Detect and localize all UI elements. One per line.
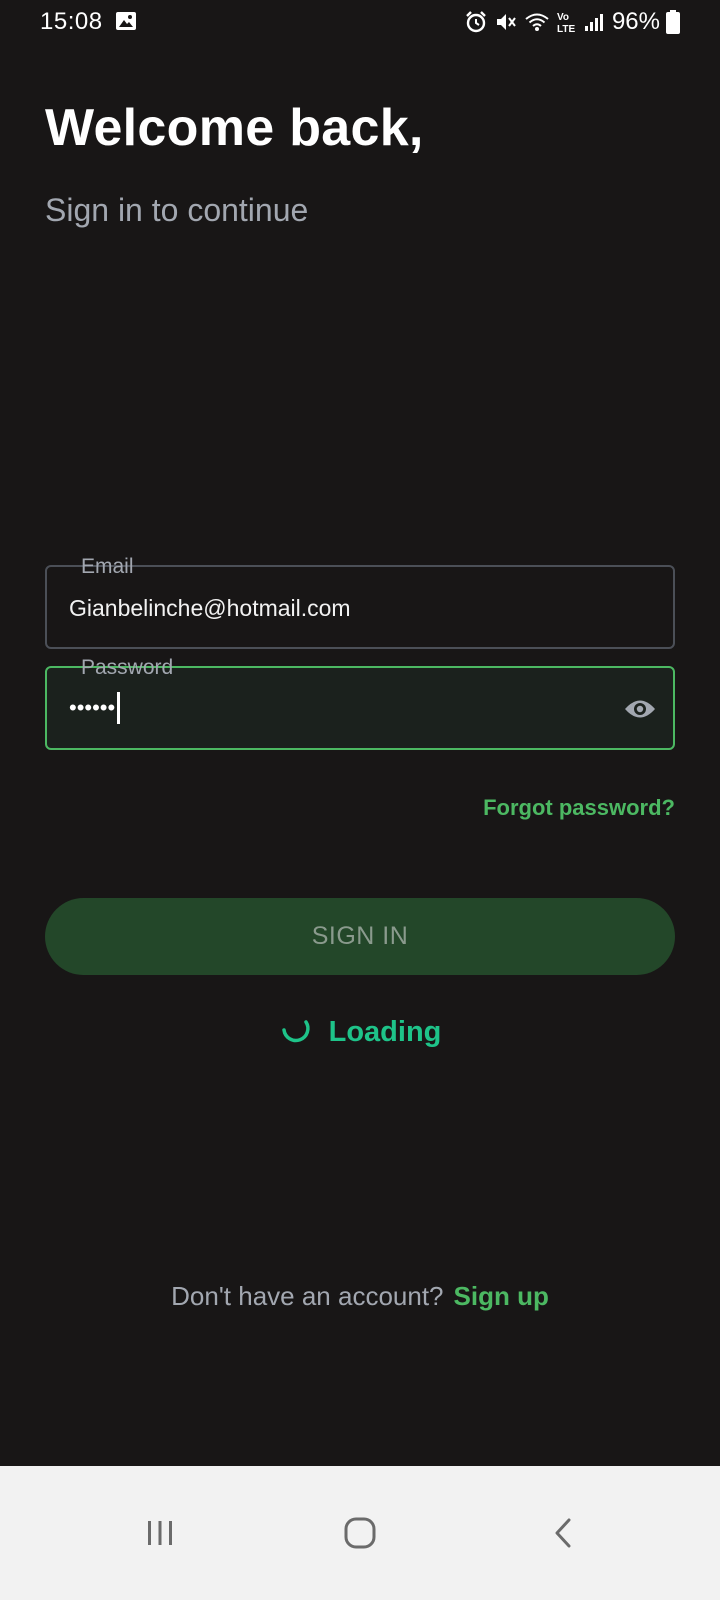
password-input[interactable]: ••••••	[69, 690, 121, 726]
password-masked-value: ••••••	[69, 695, 116, 720]
status-bar: 15:08 Vo LTE 96%	[0, 0, 720, 44]
status-icons: Vo LTE 96%	[464, 6, 680, 38]
email-label: Email	[81, 555, 134, 578]
recents-icon[interactable]	[100, 1466, 220, 1600]
gallery-icon	[116, 12, 136, 30]
signup-prompt: Don't have an account?	[171, 1281, 444, 1311]
mute-icon	[494, 10, 518, 34]
email-field[interactable]: Email Gianbelinche@hotmail.com	[45, 555, 675, 649]
sign-up-link[interactable]: Sign up	[454, 1281, 549, 1312]
loading-text: Loading	[328, 1015, 442, 1048]
page-title: Welcome back,	[45, 99, 424, 157]
volte-icon: Vo LTE	[556, 10, 578, 34]
signup-row: Don't have an account? Sign up	[0, 1281, 720, 1312]
loading-indicator: Loading	[0, 1010, 720, 1054]
sign-in-button[interactable]: SIGN IN	[45, 898, 675, 975]
home-icon[interactable]	[300, 1466, 420, 1600]
forgot-password-link[interactable]: Forgot password?	[483, 795, 675, 821]
text-caret	[117, 692, 121, 724]
battery-icon	[666, 10, 680, 34]
wifi-icon	[524, 11, 550, 33]
status-time: 15:08	[40, 8, 103, 35]
spinner-icon	[279, 1013, 313, 1052]
battery-percent: 96%	[611, 8, 660, 35]
svg-text:LTE: LTE	[557, 24, 575, 34]
navigation-bar	[0, 1466, 720, 1600]
svg-text:Vo: Vo	[557, 12, 569, 23]
password-label: Password	[81, 656, 174, 679]
email-value[interactable]: Gianbelinche@hotmail.com	[69, 595, 351, 622]
signal-icon	[584, 12, 604, 32]
alarm-icon	[464, 10, 488, 34]
password-field[interactable]: Password ••••••	[45, 656, 675, 750]
back-icon[interactable]	[503, 1466, 623, 1600]
page-subtitle: Sign in to continue	[45, 192, 309, 228]
eye-icon[interactable]	[623, 694, 657, 724]
